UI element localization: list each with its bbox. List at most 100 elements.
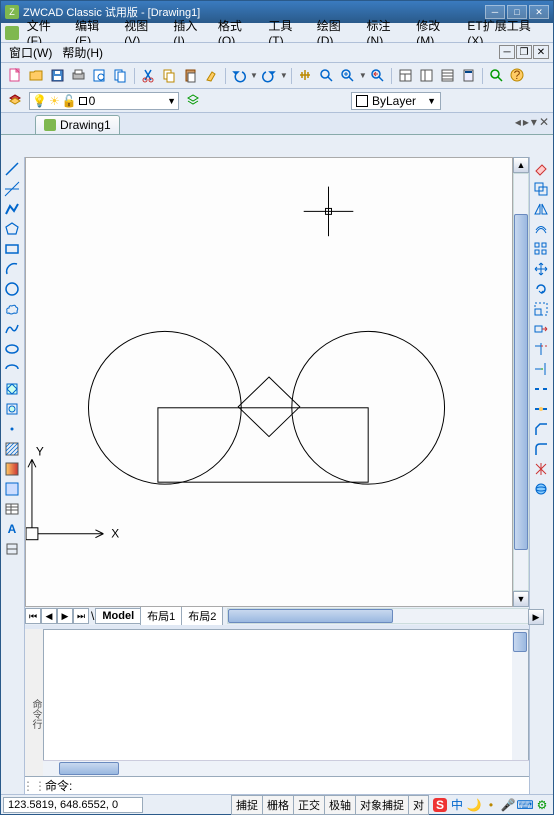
tool-palette-icon[interactable] xyxy=(438,66,458,86)
extra-icon[interactable] xyxy=(2,539,22,559)
polar-toggle[interactable]: 极轴 xyxy=(324,795,356,815)
erase-icon[interactable] xyxy=(531,159,551,179)
mic-icon[interactable]: 🎤 xyxy=(501,798,515,812)
scroll-up-icon[interactable]: ▲ xyxy=(513,157,529,173)
zoom-ext-icon[interactable] xyxy=(487,66,507,86)
doc-tab-drawing1[interactable]: Drawing1 xyxy=(35,115,120,134)
ortho-toggle[interactable]: 正交 xyxy=(293,795,325,815)
vscroll-thumb[interactable] xyxy=(514,214,528,550)
grid-toggle[interactable]: 栅格 xyxy=(262,795,294,815)
copy-icon[interactable] xyxy=(159,66,179,86)
save-icon[interactable] xyxy=(47,66,67,86)
lang-icon[interactable]: 中 xyxy=(450,798,464,812)
color-combo[interactable]: ByLayer ▼ xyxy=(351,92,441,110)
sphere-icon[interactable] xyxy=(531,479,551,499)
move-icon[interactable] xyxy=(531,259,551,279)
publish-icon[interactable] xyxy=(110,66,130,86)
join-icon[interactable] xyxy=(531,399,551,419)
design-center-icon[interactable] xyxy=(417,66,437,86)
settings-icon[interactable]: ⚙ xyxy=(535,798,549,812)
tab-menu-icon[interactable]: ▾ xyxy=(531,115,537,129)
undo-dropdown[interactable]: ▼ xyxy=(250,71,258,80)
region-icon[interactable] xyxy=(2,479,22,499)
otrack-toggle[interactable]: 对 xyxy=(408,795,429,815)
point-icon[interactable] xyxy=(2,419,22,439)
tab-close-icon[interactable]: ✕ xyxy=(539,115,549,129)
zoom-prev-icon[interactable] xyxy=(368,66,388,86)
ellipse-icon[interactable] xyxy=(2,339,22,359)
zoom-dropdown[interactable]: ▼ xyxy=(359,71,367,80)
mdi-minimize[interactable]: ─ xyxy=(499,45,515,59)
revcloud-icon[interactable] xyxy=(2,299,22,319)
arc-icon[interactable] xyxy=(2,259,22,279)
match-icon[interactable] xyxy=(201,66,221,86)
moon-icon[interactable]: 🌙 xyxy=(467,798,481,812)
rectangle-icon[interactable] xyxy=(2,239,22,259)
grip-icon[interactable]: ⋮⋮ xyxy=(25,777,43,794)
layer-manager-icon[interactable] xyxy=(5,91,25,111)
stretch-icon[interactable] xyxy=(531,319,551,339)
help-icon[interactable]: ? xyxy=(508,66,528,86)
circle-icon[interactable] xyxy=(2,279,22,299)
scale-icon[interactable] xyxy=(531,299,551,319)
table-icon[interactable] xyxy=(2,499,22,519)
cmd-hscroll[interactable] xyxy=(43,760,529,776)
array-icon[interactable] xyxy=(531,239,551,259)
scroll-right-icon[interactable]: ▶ xyxy=(528,609,544,625)
scroll-down-icon[interactable]: ▼ xyxy=(513,591,529,607)
chamfer-icon[interactable] xyxy=(531,419,551,439)
mdi-restore[interactable]: ❐ xyxy=(516,45,532,59)
tab-prev-icon[interactable]: ◂ xyxy=(515,115,521,129)
tab-layout1[interactable]: 布局1 xyxy=(140,606,182,626)
paste-icon[interactable] xyxy=(180,66,200,86)
layout-last-icon[interactable]: ⏭ xyxy=(73,608,89,624)
polygon-icon[interactable] xyxy=(2,219,22,239)
line-icon[interactable] xyxy=(2,159,22,179)
layout-next-icon[interactable]: ▶ xyxy=(57,608,73,624)
offset-icon[interactable] xyxy=(531,219,551,239)
explode-icon[interactable] xyxy=(531,459,551,479)
osnap-toggle[interactable]: 对象捕捉 xyxy=(355,795,409,815)
ime-icon[interactable]: S xyxy=(433,798,447,812)
cmd-vscroll[interactable] xyxy=(512,630,528,775)
layout-first-icon[interactable]: ⏮ xyxy=(25,608,41,624)
punct-icon[interactable]: • xyxy=(484,798,498,812)
layer-prev-icon[interactable] xyxy=(183,91,203,111)
print-icon[interactable] xyxy=(68,66,88,86)
menu-help[interactable]: 帮助(H) xyxy=(58,42,107,63)
pan-icon[interactable] xyxy=(296,66,316,86)
tab-layout2[interactable]: 布局2 xyxy=(181,606,223,626)
copy2-icon[interactable] xyxy=(531,179,551,199)
menu-window[interactable]: 窗口(W) xyxy=(5,42,56,63)
spline-icon[interactable] xyxy=(2,319,22,339)
coordinates[interactable]: 123.5819, 648.6552, 0 xyxy=(3,797,143,813)
cut-icon[interactable] xyxy=(138,66,158,86)
snap-toggle[interactable]: 捕捉 xyxy=(231,795,263,815)
keyboard-icon[interactable]: ⌨ xyxy=(518,798,532,812)
mirror-icon[interactable] xyxy=(531,199,551,219)
redo-dropdown[interactable]: ▼ xyxy=(280,71,288,80)
fillet-icon[interactable] xyxy=(531,439,551,459)
cmd-vthumb[interactable] xyxy=(513,632,527,652)
properties-icon[interactable] xyxy=(396,66,416,86)
cmd-hthumb[interactable] xyxy=(59,762,119,775)
canvas-hscroll[interactable]: ▶ xyxy=(227,608,529,624)
layer-combo[interactable]: 💡 ☀ 🔓 0 ▼ xyxy=(29,92,179,110)
layout-prev-icon[interactable]: ◀ xyxy=(41,608,57,624)
xline-icon[interactable] xyxy=(2,179,22,199)
undo-icon[interactable] xyxy=(229,66,249,86)
tab-next-icon[interactable]: ▸ xyxy=(523,115,529,129)
break-icon[interactable] xyxy=(531,379,551,399)
make-block-icon[interactable] xyxy=(2,399,22,419)
insert-block-icon[interactable] xyxy=(2,379,22,399)
rotate-icon[interactable] xyxy=(531,279,551,299)
open-icon[interactable] xyxy=(26,66,46,86)
hscroll-thumb[interactable] xyxy=(228,609,393,623)
ellipse-arc-icon[interactable] xyxy=(2,359,22,379)
redo-icon[interactable] xyxy=(259,66,279,86)
tab-model[interactable]: Model xyxy=(95,608,141,624)
gradient-icon[interactable] xyxy=(2,459,22,479)
pline-icon[interactable] xyxy=(2,199,22,219)
preview-icon[interactable] xyxy=(89,66,109,86)
hatch-icon[interactable] xyxy=(2,439,22,459)
